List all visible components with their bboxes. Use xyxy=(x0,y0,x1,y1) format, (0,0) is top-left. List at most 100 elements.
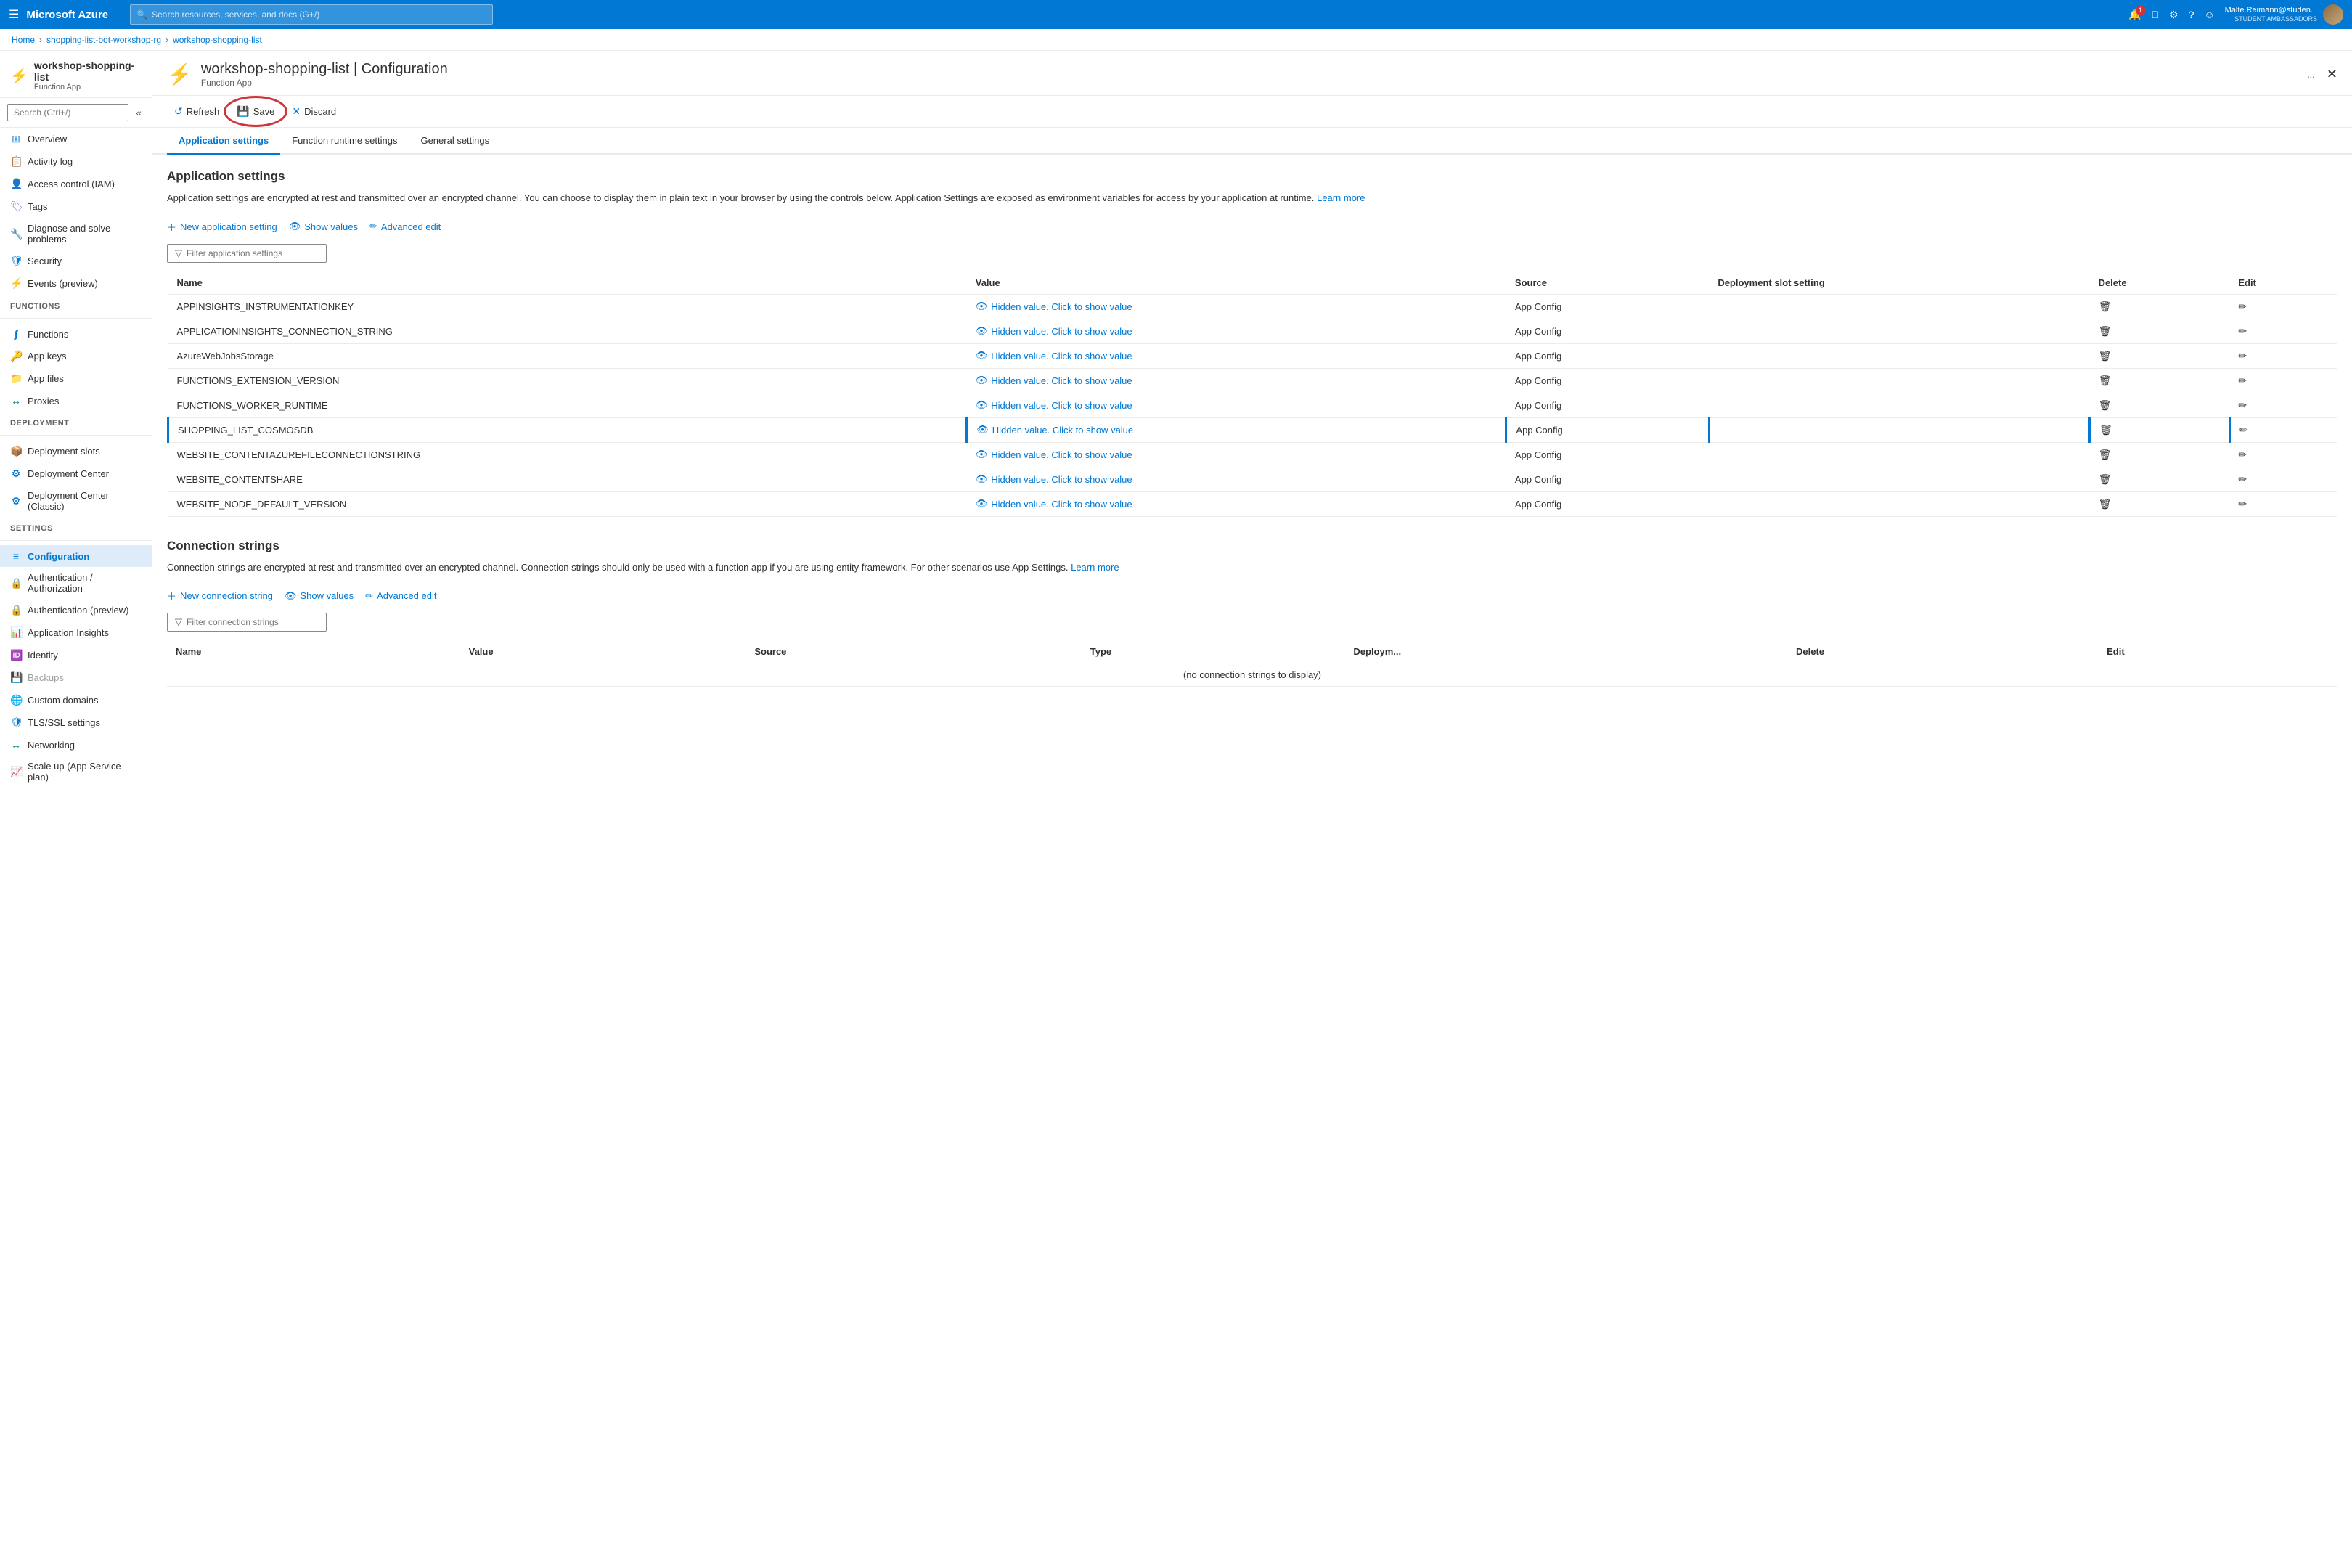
cell-edit: ✏ xyxy=(2229,294,2337,319)
sidebar-item-iam[interactable]: 👤 Access control (IAM) xyxy=(0,173,152,195)
auth-preview-icon: 🔒 xyxy=(10,604,22,616)
cell-name: APPINSIGHTS_INSTRUMENTATIONKEY xyxy=(168,294,967,319)
sidebar-item-deployment-center[interactable]: ⚙ Deployment Center xyxy=(0,462,152,485)
save-highlight-wrapper: 💾 Save xyxy=(229,102,282,121)
hamburger-icon[interactable]: ☰ xyxy=(9,7,19,22)
delete-btn[interactable]: 🗑 xyxy=(2099,399,2112,412)
page-close-btn[interactable]: ✕ xyxy=(2327,65,2337,83)
hidden-value-link[interactable]: 👁 Hidden value. Click to show value xyxy=(976,375,1498,386)
more-options-btn[interactable]: ... xyxy=(2300,65,2322,83)
tab-function-runtime-settings[interactable]: Function runtime settings xyxy=(280,128,409,155)
settings-section-label: Settings xyxy=(0,517,152,536)
sidebar-item-networking[interactable]: ↔ Networking xyxy=(0,734,152,756)
avatar[interactable] xyxy=(2323,4,2343,25)
conn-strings-action-bar: ＋ New connection string 👁 Show values ✏ … xyxy=(167,586,2337,605)
app-settings-filter-input[interactable] xyxy=(187,248,319,258)
sidebar-item-identity[interactable]: 🆔 Identity xyxy=(0,644,152,666)
global-search-input[interactable] xyxy=(152,9,486,20)
sidebar-item-deployment-slots[interactable]: 📦 Deployment slots xyxy=(0,440,152,462)
delete-btn[interactable]: 🗑 xyxy=(2099,375,2112,387)
conn-strings-learn-more[interactable]: Learn more xyxy=(1071,562,1119,573)
sidebar-item-auth-preview[interactable]: 🔒 Authentication (preview) xyxy=(0,599,152,621)
delete-btn[interactable]: 🗑 xyxy=(2099,449,2112,461)
edit-btn[interactable]: ✏ xyxy=(2239,424,2248,436)
app-settings-learn-more[interactable]: Learn more xyxy=(1317,192,1365,203)
sidebar-item-configuration[interactable]: ≡ Configuration xyxy=(0,545,152,567)
refresh-btn[interactable]: ↺ Refresh xyxy=(167,102,226,121)
help-icon[interactable]: ? xyxy=(2189,9,2194,20)
sidebar-item-app-files[interactable]: 📁 App files xyxy=(0,367,152,390)
edit-icon: ✏ xyxy=(369,221,377,232)
user-info[interactable]: Malte.Reimann@studen... STUDENT AMBASSAD… xyxy=(2225,4,2343,25)
sidebar-item-diagnose[interactable]: 🔧 Diagnose and solve problems xyxy=(0,218,152,250)
feedback-icon[interactable]: ☺ xyxy=(2204,9,2214,20)
hidden-value-link[interactable]: 👁 Hidden value. Click to show value xyxy=(976,399,1498,411)
show-values-btn[interactable]: 👁 Show values xyxy=(289,218,358,235)
advanced-edit-btn[interactable]: ✏ Advanced edit xyxy=(369,218,441,235)
edit-btn[interactable]: ✏ xyxy=(2238,449,2247,461)
breadcrumb-rg[interactable]: shopping-list-bot-workshop-rg xyxy=(46,35,161,45)
portal-settings-icon[interactable]: ⚙ xyxy=(2169,9,2179,21)
conn-show-values-btn[interactable]: 👁 Show values xyxy=(285,587,354,605)
global-search-box[interactable]: 🔍 xyxy=(130,4,493,25)
sidebar-item-deployment-center-classic[interactable]: ⚙ Deployment Center (Classic) xyxy=(0,485,152,517)
tab-general-settings[interactable]: General settings xyxy=(409,128,501,155)
conn-advanced-edit-btn[interactable]: ✏ Advanced edit xyxy=(365,587,436,605)
hidden-value-link[interactable]: 👁 Hidden value. Click to show value xyxy=(976,325,1498,337)
edit-btn[interactable]: ✏ xyxy=(2238,301,2247,313)
sidebar-item-backups[interactable]: 💾 Backups xyxy=(0,666,152,689)
conn-strings-filter-input[interactable] xyxy=(187,617,319,627)
delete-btn[interactable]: 🗑 xyxy=(2099,325,2112,338)
new-conn-string-btn[interactable]: ＋ New connection string xyxy=(167,586,273,605)
eye-icon: 👁 xyxy=(976,449,988,460)
sidebar-item-events[interactable]: ⚡ Events (preview) xyxy=(0,272,152,295)
breadcrumb-home[interactable]: Home xyxy=(12,35,35,45)
sidebar-item-auth-authorization[interactable]: 🔒 Authentication / Authorization xyxy=(0,567,152,599)
sidebar-item-app-keys[interactable]: 🔑 App keys xyxy=(0,345,152,367)
hidden-value-link[interactable]: 👁 Hidden value. Click to show value xyxy=(976,498,1498,510)
hidden-value-link[interactable]: 👁 Hidden value. Click to show value xyxy=(976,301,1498,312)
cloud-shell-icon[interactable]:  xyxy=(2152,9,2160,20)
delete-btn[interactable]: 🗑 xyxy=(2099,498,2112,510)
tab-application-settings[interactable]: Application settings xyxy=(167,128,280,155)
top-nav: ☰ Microsoft Azure 🔍 🔔 1  ⚙ ? ☺ Malte.Re… xyxy=(0,0,2352,29)
delete-btn[interactable]: 🗑 xyxy=(2099,301,2112,313)
notifications-icon[interactable]: 🔔 1 xyxy=(2128,9,2141,21)
delete-btn[interactable]: 🗑 xyxy=(2099,350,2112,362)
sidebar-item-overview[interactable]: ⊞ Overview xyxy=(0,128,152,150)
sidebar-collapse-btn[interactable]: « xyxy=(133,104,144,121)
edit-btn[interactable]: ✏ xyxy=(2238,325,2247,338)
sidebar-item-activity-log[interactable]: 📋 Activity log xyxy=(0,150,152,173)
security-icon: 🛡 xyxy=(10,255,22,267)
edit-btn[interactable]: ✏ xyxy=(2238,399,2247,412)
sidebar-search-input[interactable] xyxy=(7,104,128,121)
hidden-value-link[interactable]: 👁 Hidden value. Click to show value xyxy=(976,350,1498,362)
page-header: ⚡ workshop-shopping-list | Configuration… xyxy=(152,51,2352,96)
new-app-setting-btn[interactable]: ＋ New application setting xyxy=(167,217,277,237)
hidden-value-link[interactable]: 👁 Hidden value. Click to show value xyxy=(976,473,1498,485)
sidebar-item-custom-domains[interactable]: 🌐 Custom domains xyxy=(0,689,152,711)
sidebar-item-tags[interactable]: 🏷 Tags xyxy=(0,195,152,218)
cell-value: 👁 Hidden value. Click to show value xyxy=(967,319,1506,343)
delete-btn[interactable]: 🗑 xyxy=(2099,424,2112,436)
table-row: WEBSITE_CONTENTSHARE 👁 Hidden value. Cli… xyxy=(168,467,2338,491)
resource-icon: ⚡ xyxy=(10,67,28,85)
hidden-value-link[interactable]: 👁 Hidden value. Click to show value xyxy=(976,424,1496,436)
sidebar-item-scale-up[interactable]: 📈 Scale up (App Service plan) xyxy=(0,756,152,788)
sidebar-item-functions[interactable]: ∫ Functions xyxy=(0,323,152,345)
delete-btn[interactable]: 🗑 xyxy=(2099,473,2112,486)
edit-btn[interactable]: ✏ xyxy=(2238,375,2247,387)
sidebar-item-app-insights[interactable]: 📊 Application Insights xyxy=(0,621,152,644)
sidebar-item-security[interactable]: 🛡 Security xyxy=(0,250,152,272)
edit-btn[interactable]: ✏ xyxy=(2238,498,2247,510)
hidden-value-link[interactable]: 👁 Hidden value. Click to show value xyxy=(976,449,1498,460)
edit-btn[interactable]: ✏ xyxy=(2238,350,2247,362)
discard-btn[interactable]: ✕ Discard xyxy=(285,102,343,121)
auth-icon: 🔒 xyxy=(10,577,22,589)
sidebar-item-tls-ssl[interactable]: 🛡 TLS/SSL settings xyxy=(0,711,152,734)
edit-btn[interactable]: ✏ xyxy=(2238,473,2247,486)
save-btn[interactable]: 💾 Save xyxy=(229,102,282,121)
breadcrumb-resource[interactable]: workshop-shopping-list xyxy=(173,35,262,45)
sidebar-item-proxies[interactable]: ↔ Proxies xyxy=(0,390,152,412)
notification-badge: 1 xyxy=(2136,5,2146,15)
